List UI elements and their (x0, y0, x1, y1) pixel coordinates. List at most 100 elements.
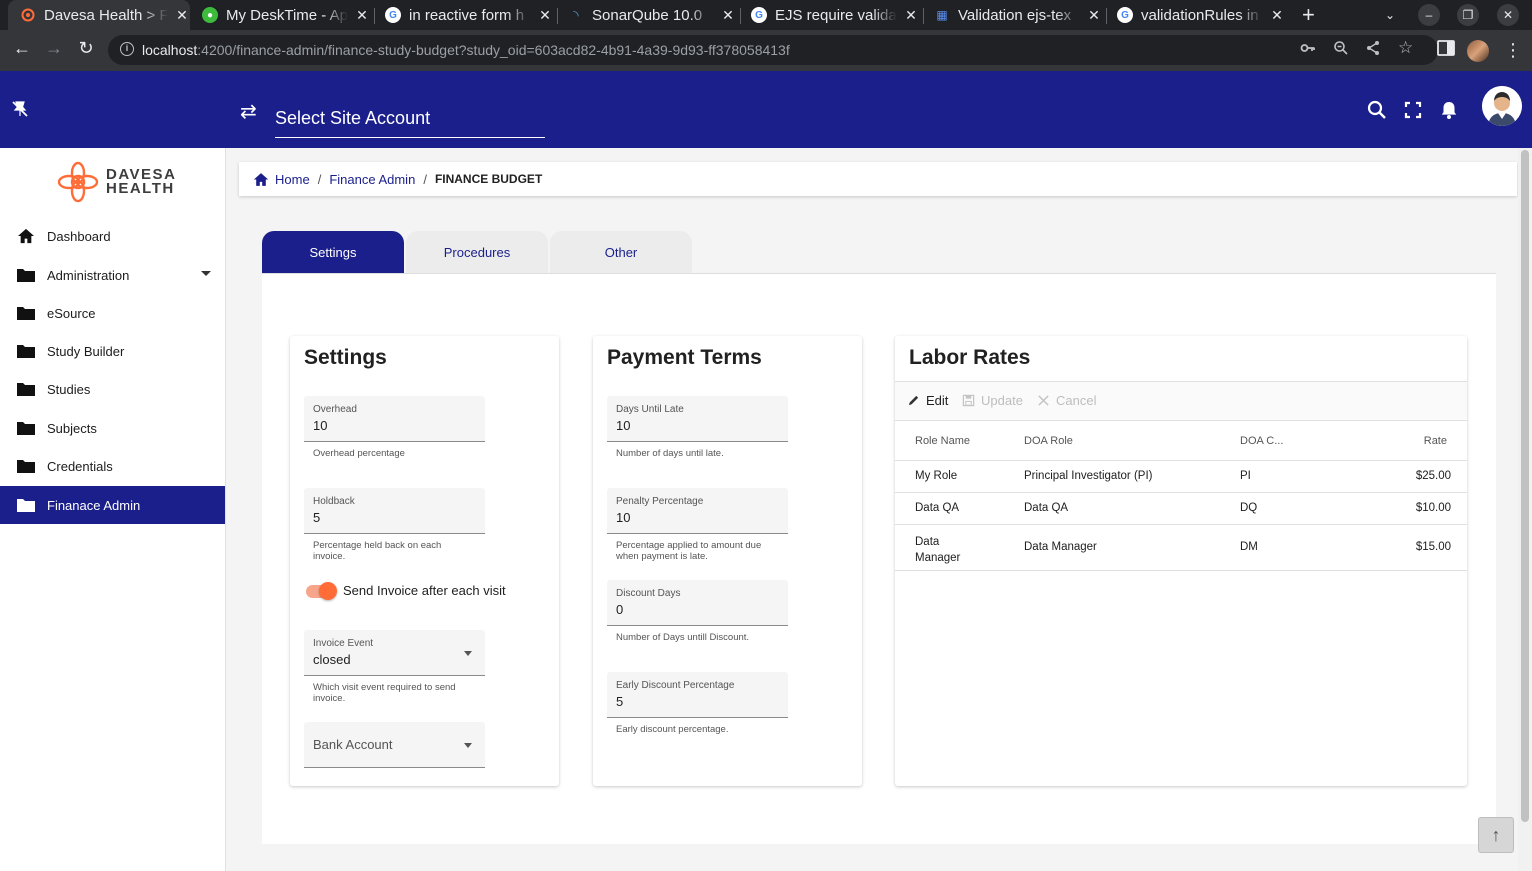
close-tab-icon[interactable]: ✕ (174, 7, 190, 24)
share-icon[interactable] (1365, 40, 1381, 60)
table-row[interactable]: Data QA Data QA DQ $10.00 (895, 493, 1467, 525)
back-icon[interactable]: ← (10, 38, 34, 59)
new-tab-icon[interactable]: + (1302, 2, 1315, 28)
early-discount-percentage-field[interactable]: Early Discount Percentage 5 (607, 672, 788, 718)
cell-rate: $15.00 (1415, 541, 1451, 553)
sidebar-item-study-builder[interactable]: Study Builder (0, 332, 225, 370)
days-until-late-field[interactable]: Days Until Late 10 (607, 396, 788, 442)
overhead-field[interactable]: Overhead 10 (304, 396, 485, 442)
field-value: 10 (313, 418, 328, 433)
side-panel-icon[interactable] (1434, 40, 1458, 61)
browser-menu-icon[interactable]: ⋮ (1504, 40, 1522, 61)
sidebar-item-label: Dashboard (47, 228, 111, 244)
folder-icon (17, 345, 35, 358)
fullscreen-icon[interactable] (1402, 99, 1424, 121)
folder-icon (17, 422, 35, 435)
scrollbar-thumb[interactable] (1521, 150, 1529, 822)
sidebar-item-studies[interactable]: Studies (0, 370, 225, 408)
labor-rates-card-title: Labor Rates (909, 346, 1031, 369)
browser-tab[interactable]: ◝ SonarQube 10.0 ✕ (568, 0, 736, 30)
site-account-select[interactable]: Select Site Account (275, 105, 545, 138)
key-icon[interactable] (1300, 40, 1316, 60)
close-tab-icon[interactable]: ✕ (720, 7, 736, 24)
sidebar-item-finance-admin[interactable]: Finanace Admin (0, 486, 225, 524)
browser-tab[interactable]: G EJS require valida ✕ (751, 0, 919, 30)
sidebar-item-dashboard[interactable]: Dashboard (0, 217, 225, 255)
update-button[interactable]: Update (962, 393, 1023, 408)
close-tab-icon[interactable]: ✕ (537, 7, 553, 24)
user-avatar[interactable] (1482, 86, 1522, 126)
browser-tab[interactable]: G validationRules in ✕ (1117, 0, 1285, 30)
browser-tab-title: Davesa Health > Finance Admin (44, 6, 168, 24)
browser-tab[interactable]: ● My DeskTime - Ap ✕ (202, 0, 370, 30)
dropdown-arrow-icon[interactable] (464, 743, 472, 748)
browser-tab-title: SonarQube 10.0 (592, 6, 703, 24)
home-icon[interactable] (253, 172, 269, 187)
sidebar-item-esource[interactable]: eSource (0, 294, 225, 332)
bookmark-star-icon[interactable]: ☆ (1398, 38, 1413, 58)
bank-account-select[interactable]: Bank Account (304, 722, 485, 768)
browser-tab[interactable]: G in reactive form h ✕ (385, 0, 553, 30)
unpin-sidebar-icon[interactable] (10, 99, 30, 119)
browser-tab[interactable]: Davesa Health > Finance Admin ✕ (8, 0, 190, 30)
column-header-role-name[interactable]: Role Name (915, 435, 970, 447)
reload-icon[interactable]: ↻ (74, 38, 98, 59)
field-label: Invoice Event (313, 638, 374, 649)
close-icon (1038, 395, 1049, 406)
davesa-health-logo[interactable]: DAVESA HEALTH (56, 161, 176, 203)
tab-procedures[interactable]: Procedures (406, 231, 548, 273)
edit-button[interactable]: Edit (907, 393, 948, 408)
tab-other[interactable]: Other (550, 231, 692, 273)
close-tab-icon[interactable]: ✕ (1269, 7, 1285, 24)
url-text[interactable]: localhost:4200/finance-admin/finance-stu… (142, 42, 790, 58)
breadcrumb-home-link[interactable]: Home (275, 172, 310, 187)
switch-account-icon[interactable]: ⇄ (240, 99, 257, 124)
column-header-doa-code[interactable]: DOA C... (1240, 435, 1283, 447)
table-row[interactable]: Data Manager Data Manager DM $15.00 (895, 525, 1467, 571)
breadcrumb-finance-admin-link[interactable]: Finance Admin (329, 172, 415, 187)
cell-role-name: Data Manager (915, 536, 961, 564)
zoom-out-icon[interactable] (1333, 40, 1349, 60)
address-bar[interactable]: i localhost:4200/finance-admin/finance-s… (108, 35, 1438, 65)
breadcrumb-separator: / (317, 171, 322, 187)
sidebar-item-credentials[interactable]: Credentials (0, 447, 225, 485)
browser-tab[interactable]: ▦ Validation ejs-tex ✕ (934, 0, 1102, 30)
search-icon[interactable] (1366, 99, 1388, 121)
holdback-field[interactable]: Holdback 5 (304, 488, 485, 534)
page-scrollbar[interactable] (1518, 148, 1532, 871)
sidebar-item-administration[interactable]: Administration (0, 256, 225, 294)
cell-doa-code: DM (1240, 541, 1258, 553)
google-icon: G (385, 7, 401, 23)
column-header-rate[interactable]: Rate (1424, 435, 1447, 447)
tab-settings[interactable]: Settings (262, 231, 404, 273)
restore-icon[interactable]: ❐ (1457, 4, 1479, 26)
sidebar-item-subjects[interactable]: Subjects (0, 409, 225, 447)
logo-line-2: HEALTH (106, 180, 175, 197)
chevron-down-icon[interactable] (201, 271, 211, 276)
close-window-icon[interactable]: ✕ (1497, 4, 1519, 26)
penalty-percentage-field[interactable]: Penalty Percentage 10 (607, 488, 788, 534)
close-tab-icon[interactable]: ✕ (354, 7, 370, 24)
site-info-icon[interactable]: i (120, 42, 134, 56)
field-value: closed (313, 652, 351, 667)
field-label: Penalty Percentage (616, 496, 704, 507)
send-invoice-toggle[interactable] (304, 582, 338, 600)
field-label: Early Discount Percentage (616, 680, 735, 691)
minimize-icon[interactable]: – (1418, 4, 1440, 26)
column-header-doa-role[interactable]: DOA Role (1024, 435, 1073, 447)
notifications-bell-icon[interactable] (1438, 99, 1460, 121)
scroll-to-top-button[interactable]: ↑ (1478, 817, 1514, 853)
forward-icon[interactable]: → (42, 38, 66, 59)
cell-doa-role: Data QA (1024, 502, 1069, 514)
tab-search-icon[interactable]: ⌄ (1379, 4, 1401, 26)
invoice-event-select[interactable]: Invoice Event closed (304, 630, 485, 676)
dropdown-arrow-icon[interactable] (464, 651, 472, 656)
sidebar: DAVESA HEALTH Dashboard Administration e… (0, 148, 226, 871)
close-tab-icon[interactable]: ✕ (903, 7, 919, 24)
sidebar-item-label: Studies (47, 381, 91, 397)
close-tab-icon[interactable]: ✕ (1086, 7, 1102, 24)
browser-profile-avatar[interactable] (1467, 40, 1489, 62)
table-row[interactable]: My Role Principal Investigator (PI) PI $… (895, 461, 1467, 493)
discount-days-field[interactable]: Discount Days 0 (607, 580, 788, 626)
cancel-button[interactable]: Cancel (1037, 393, 1096, 408)
